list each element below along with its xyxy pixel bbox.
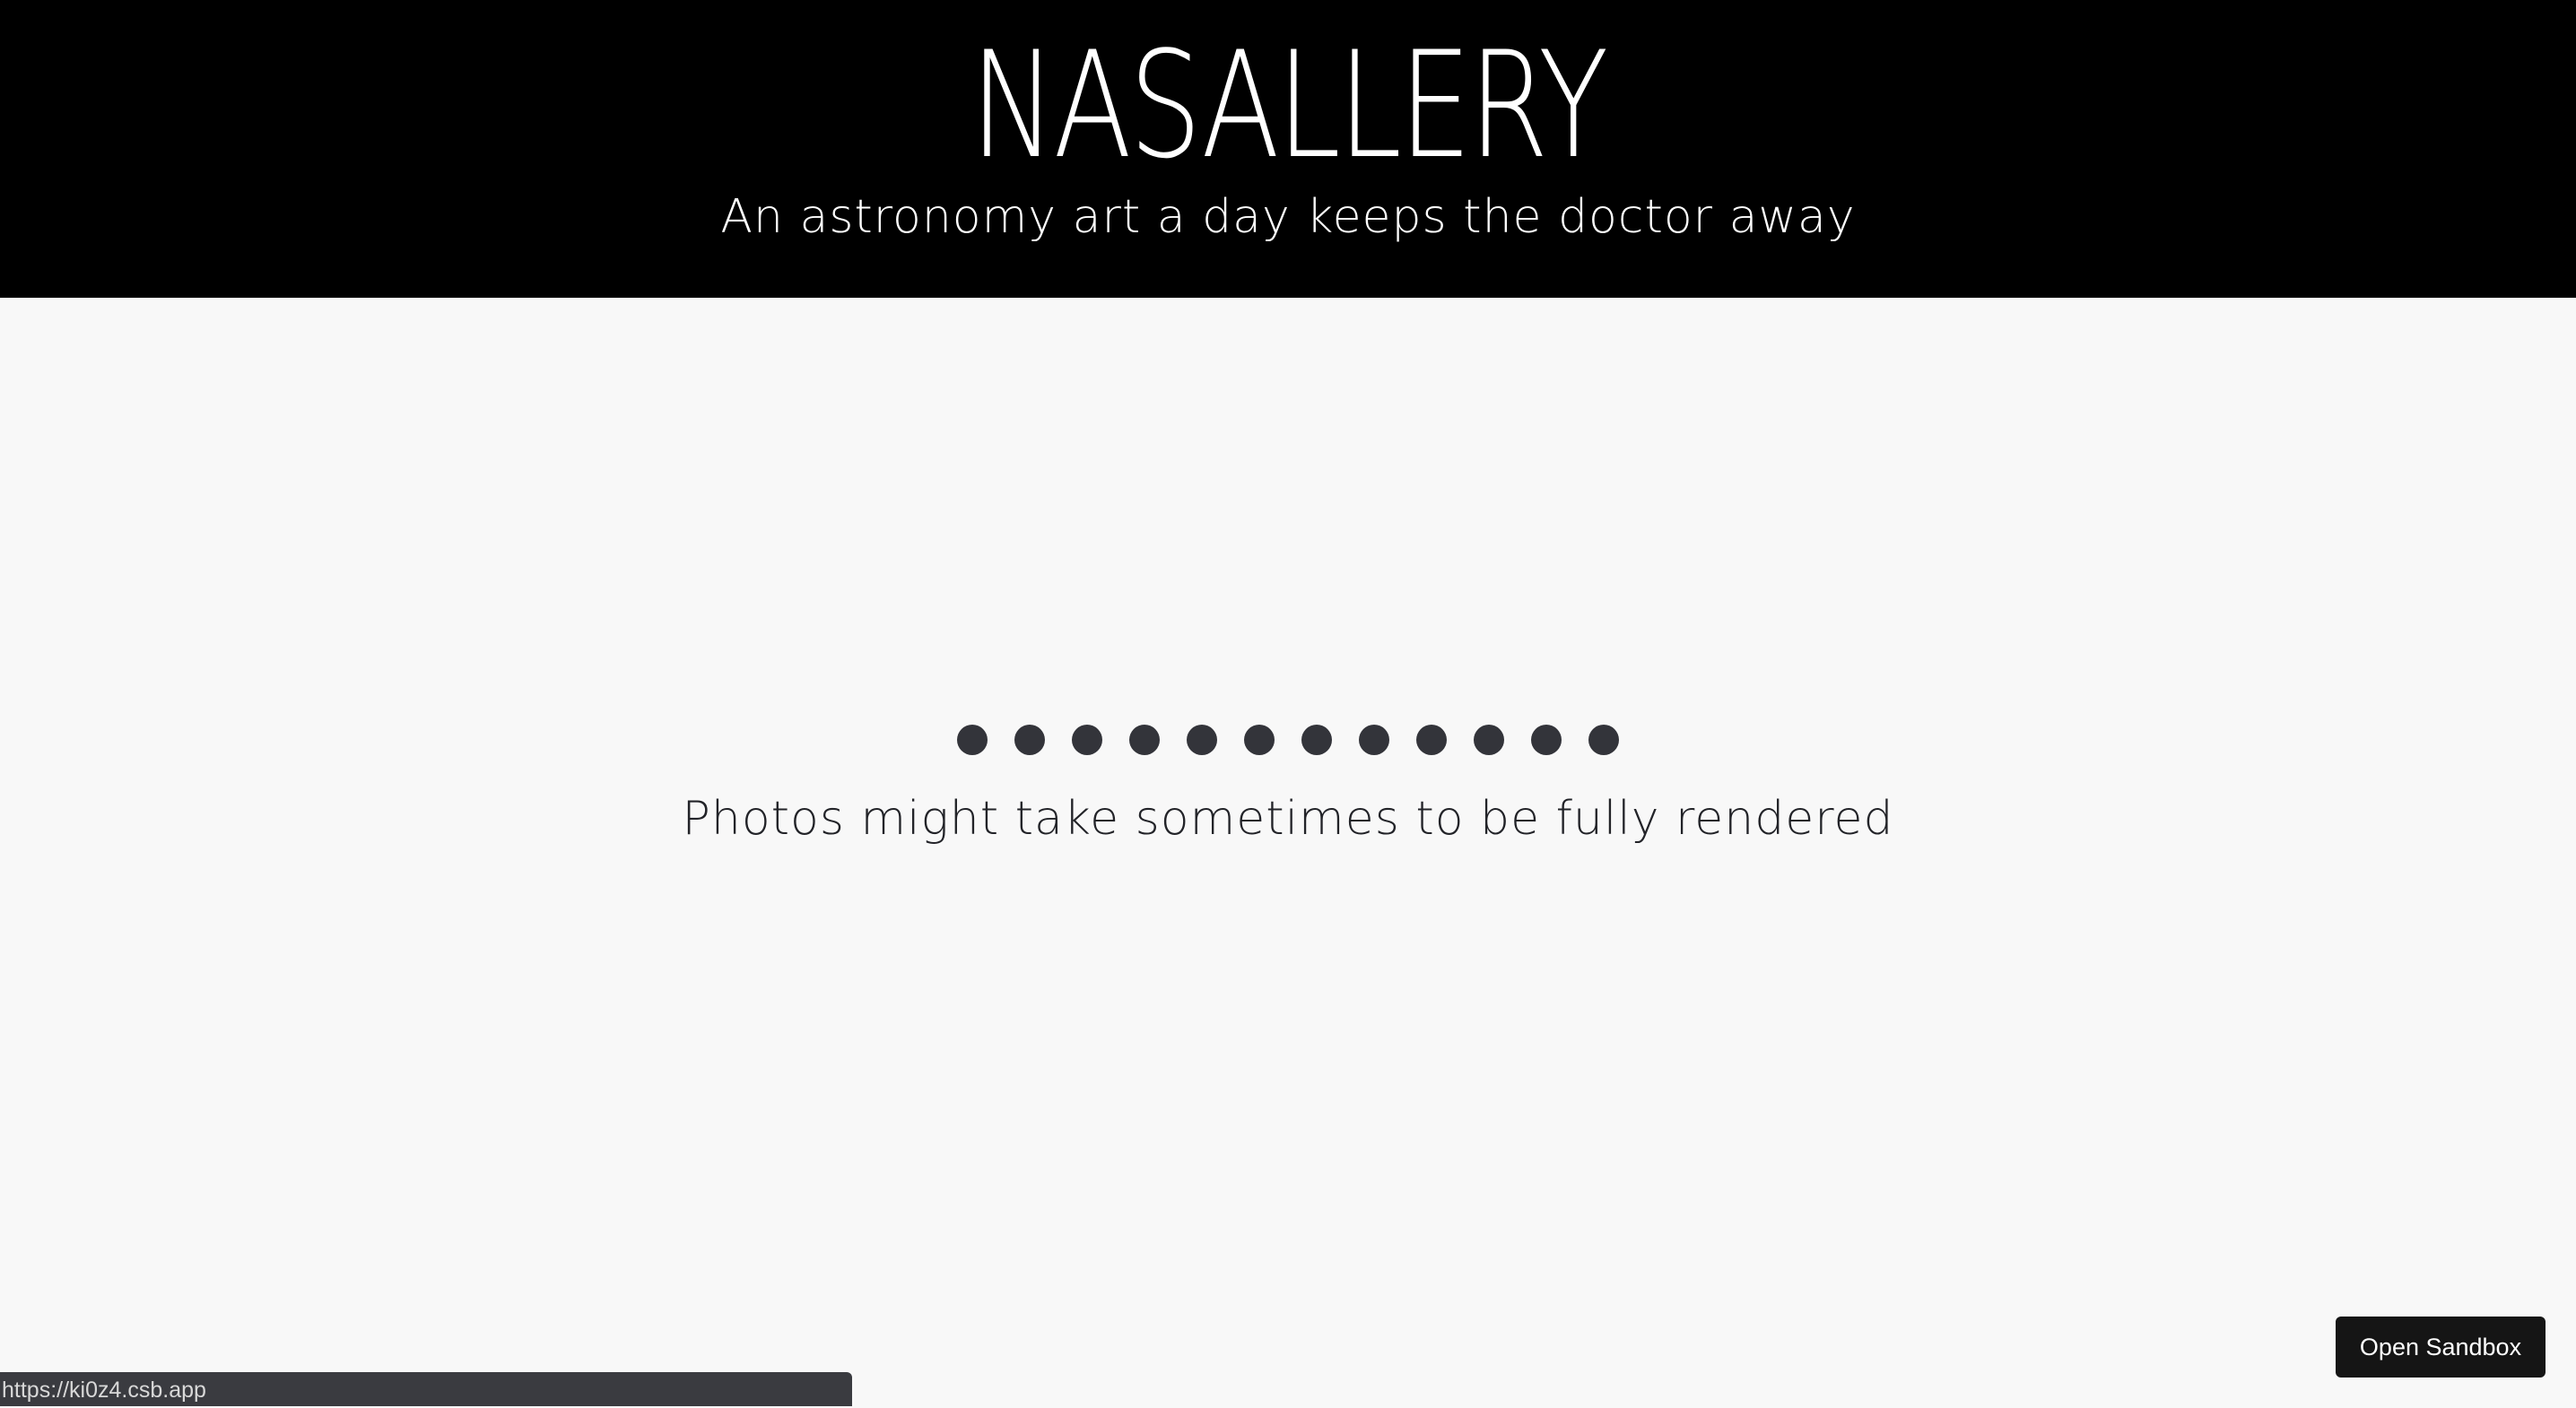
status-bar-url: https://ki0z4.csb.app (0, 1372, 852, 1406)
open-sandbox-button[interactable]: Open Sandbox (2336, 1317, 2546, 1378)
loading-dot (1359, 725, 1389, 755)
loading-dot (1588, 725, 1619, 755)
loading-dot (1531, 725, 1562, 755)
loading-dot (1014, 725, 1045, 755)
loading-dot (1187, 725, 1217, 755)
site-header: NASALLERY An astronomy art a day keeps t… (0, 0, 2576, 298)
loading-dot (957, 725, 988, 755)
loading-dot (1416, 725, 1447, 755)
loading-dot (1129, 725, 1160, 755)
loading-dot (1301, 725, 1332, 755)
loading-message: Photos might take sometimes to be fully … (682, 792, 1894, 846)
site-title: NASALLERY (970, 20, 1609, 191)
loading-dot (1474, 725, 1504, 755)
loading-dot (1072, 725, 1102, 755)
loading-indicator (0, 725, 2576, 760)
loading-dot (1244, 725, 1275, 755)
site-subtitle: An astronomy art a day keeps the doctor … (720, 190, 1856, 244)
